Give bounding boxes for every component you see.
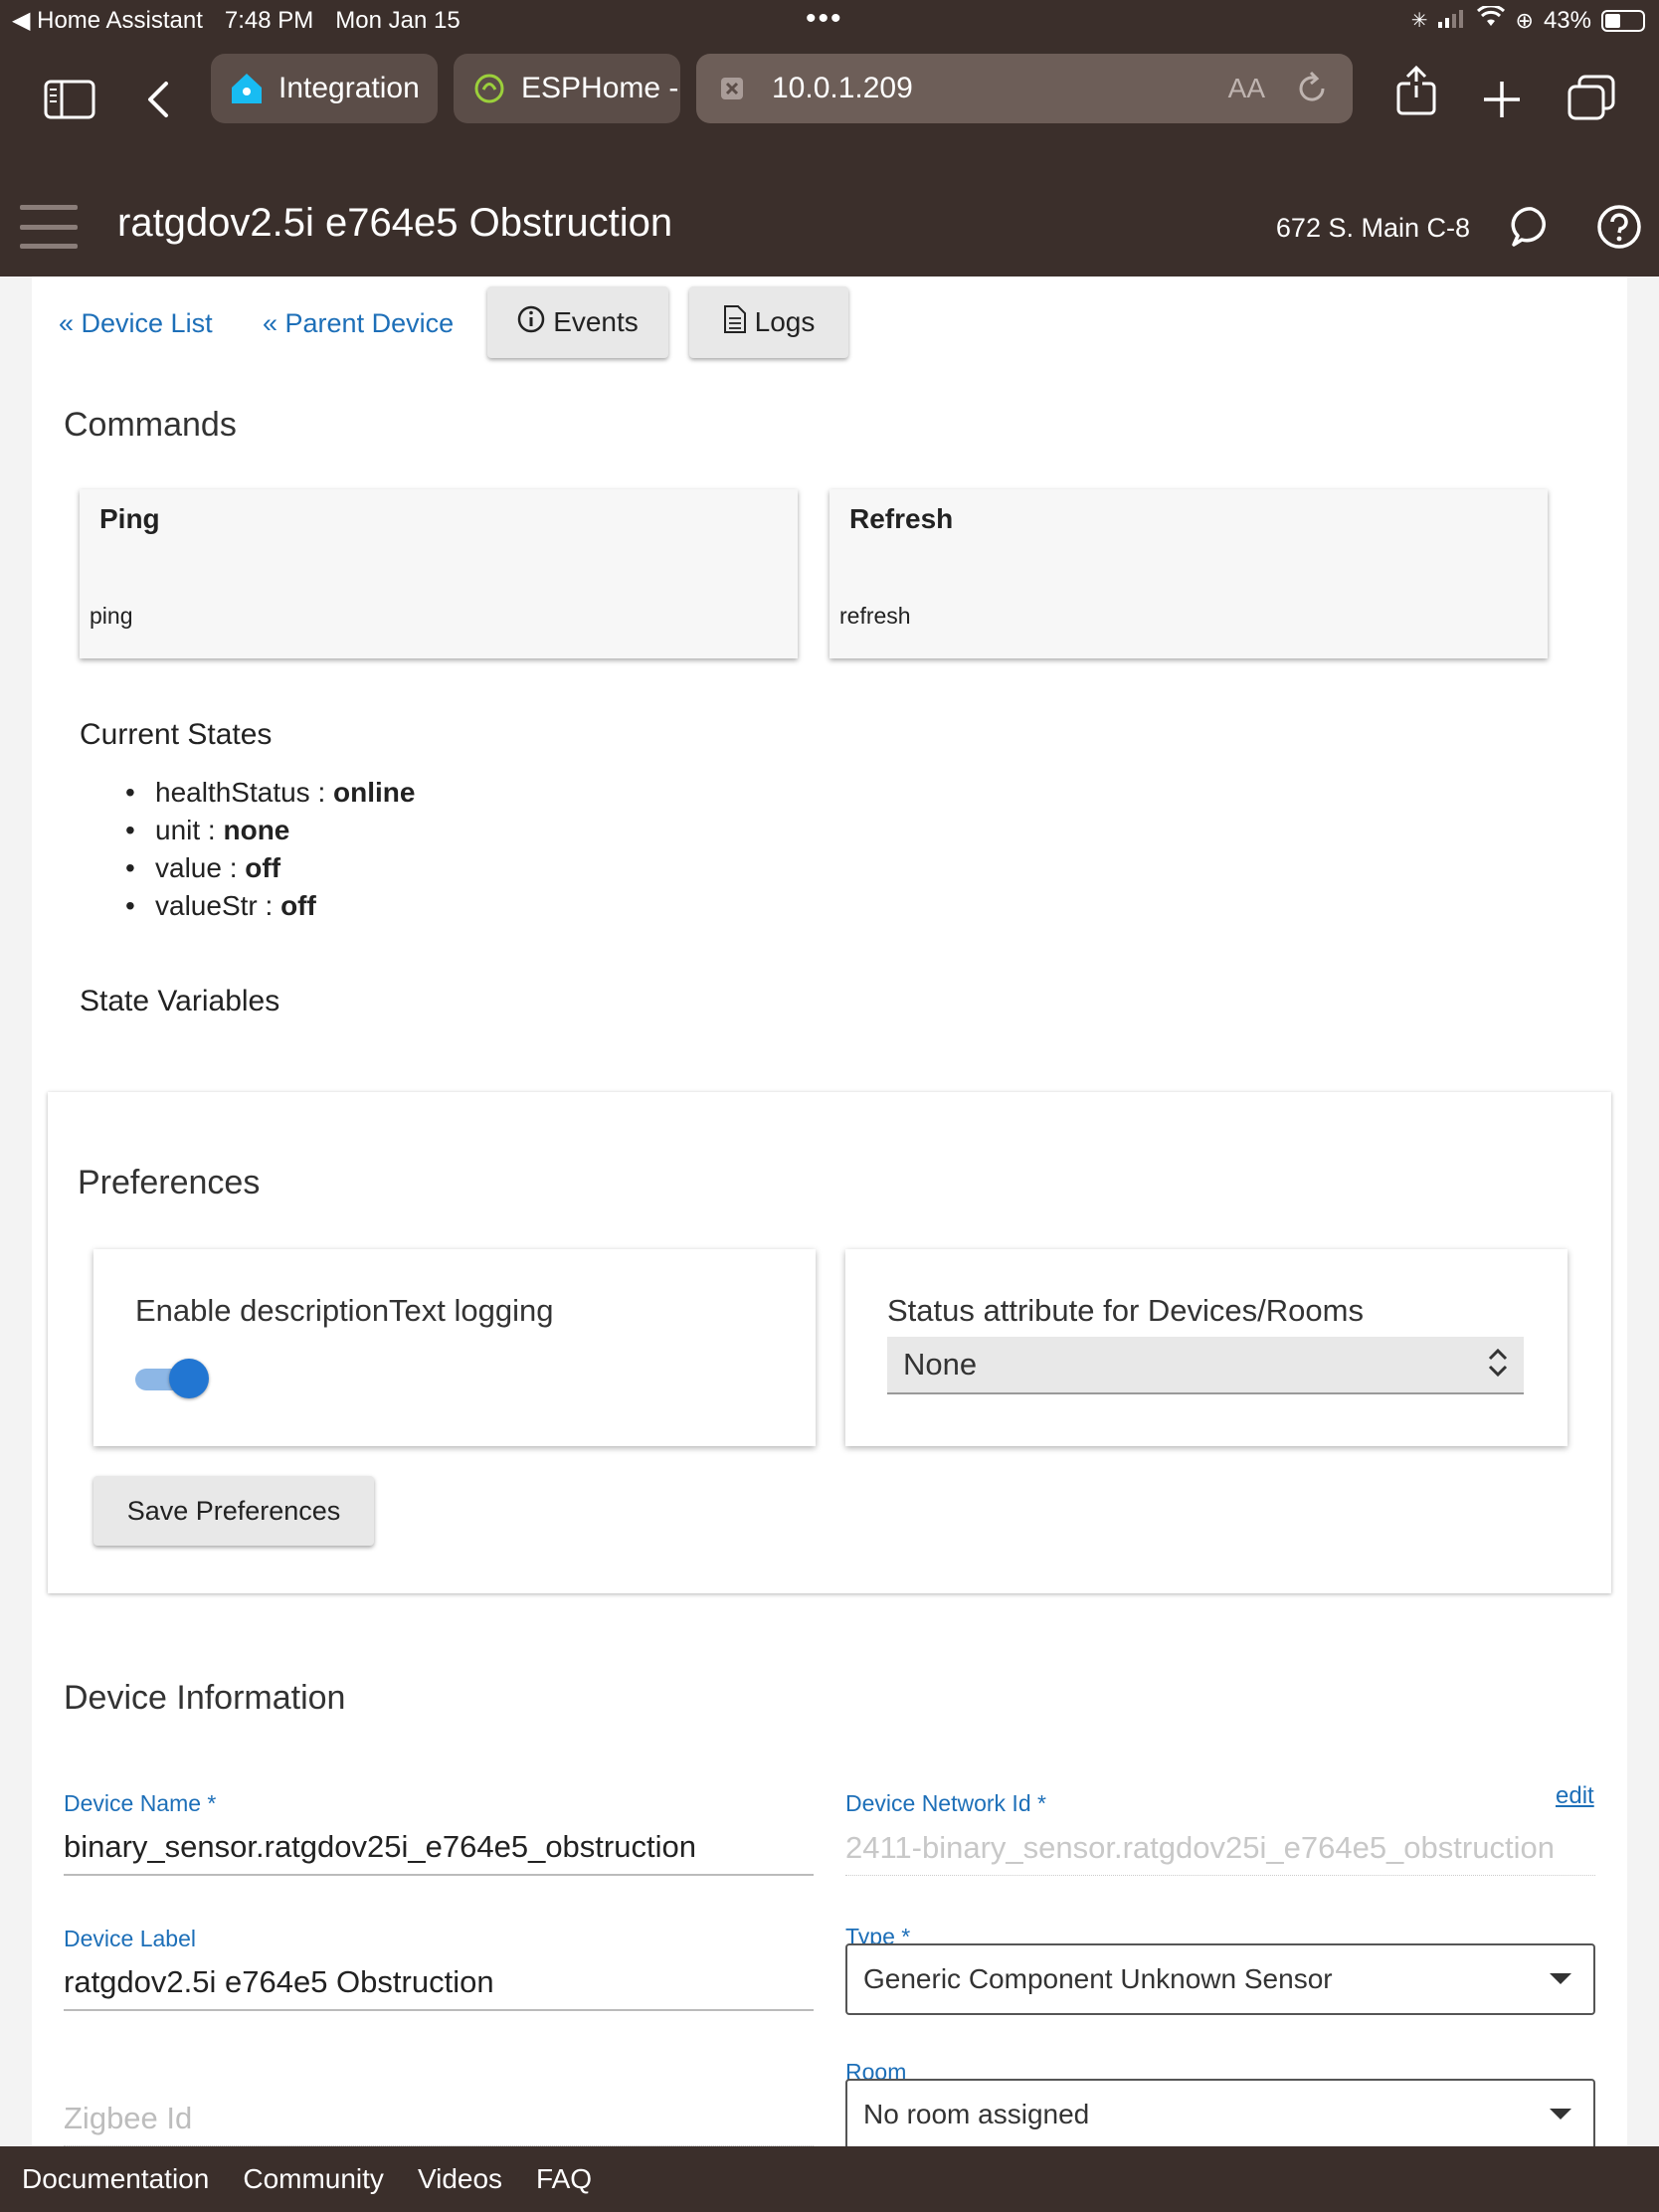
preferences-panel: Preferences Enable descriptionText loggi… [48, 1092, 1611, 1593]
page-title: ratgdov2.5i e764e5 Obstruction [117, 201, 673, 245]
state-item: valueStr : off [119, 887, 415, 925]
reload-icon[interactable] [1293, 70, 1331, 115]
state-value: none [223, 815, 290, 845]
network-id-label: Device Network Id * [845, 1790, 1046, 1816]
parent-device-link[interactable]: « Parent Device [263, 308, 454, 339]
device-information-heading: Device Information [64, 1679, 346, 1717]
command-method: refresh [839, 603, 911, 629]
state-item: value : off [119, 849, 415, 887]
multitasking-dots[interactable]: ••• [806, 2, 843, 36]
browser-toolbar: Integration ESPHome - 10.0.1.209 AA [0, 40, 1659, 179]
zigbee-id-field[interactable]: Zigbee Id [64, 2091, 814, 2146]
back-to-app-link[interactable]: ◀ Home Assistant [12, 6, 203, 35]
url-text: 10.0.1.209 [772, 72, 913, 104]
current-states-heading: Current States [80, 718, 273, 751]
tab-label: ESPHome - [521, 72, 679, 104]
device-label-label: Device Label [64, 1926, 196, 1951]
app-header: ratgdov2.5i e764e5 Obstruction 672 S. Ma… [0, 179, 1659, 276]
logging-toggle[interactable] [135, 1359, 209, 1398]
status-attribute-preference: Status attribute for Devices/Rooms None [845, 1249, 1567, 1446]
battery-icon [1601, 9, 1645, 32]
battery-percent: 43% [1543, 6, 1591, 34]
room-selected-value: No room assigned [863, 2099, 1090, 2129]
status-bar: ◀ Home Assistant 7:48 PM Mon Jan 15 ••• … [0, 0, 1659, 40]
back-app-label: Home Assistant [37, 7, 203, 34]
signal-icon [1437, 7, 1466, 35]
logs-button[interactable]: Logs [689, 286, 848, 358]
wifi-icon [1476, 4, 1506, 35]
orientation-lock-icon: ⊕ [1515, 7, 1534, 33]
state-variables-heading: State Variables [80, 985, 280, 1017]
device-name-field[interactable]: binary_sensor.ratgdov25i_e764e5_obstruct… [64, 1820, 814, 1876]
type-selected-value: Generic Component Unknown Sensor [863, 1963, 1333, 1994]
events-button[interactable]: Events [487, 286, 668, 358]
command-method: ping [90, 603, 133, 629]
dropdown-caret-icon [1550, 1973, 1571, 1984]
select-chevron-icon [1486, 1347, 1510, 1385]
command-card-ping[interactable]: Ping ping [80, 489, 798, 658]
new-tab-icon[interactable] [1472, 70, 1532, 129]
state-value: off [245, 852, 281, 883]
tab-esphome[interactable]: ESPHome - [454, 54, 680, 123]
text-size-button[interactable]: AA [1228, 73, 1265, 104]
tab-overview-icon[interactable] [1562, 68, 1621, 127]
state-value: online [333, 777, 416, 808]
current-states-list: healthStatus : online unit : none value … [119, 774, 415, 925]
tab-label: Integration [278, 72, 420, 104]
status-attribute-value: None [903, 1347, 978, 1382]
edit-network-id-link[interactable]: edit [1556, 1782, 1594, 1810]
sidebar-toggle-icon[interactable] [40, 70, 99, 129]
type-select[interactable]: Generic Component Unknown Sensor [845, 1943, 1595, 2015]
faq-link[interactable]: FAQ [536, 2163, 592, 2195]
status-attribute-select[interactable]: None [887, 1337, 1524, 1394]
address-bar[interactable]: 10.0.1.209 AA [696, 54, 1353, 123]
command-card-refresh[interactable]: Refresh refresh [830, 489, 1548, 658]
help-icon[interactable] [1589, 197, 1649, 257]
state-item: unit : none [119, 812, 415, 849]
save-preferences-button[interactable]: Save Preferences [93, 1476, 374, 1546]
hub-location[interactable]: 672 S. Main C-8 [1276, 213, 1470, 244]
tab-integrations[interactable]: Integration [211, 54, 438, 123]
share-icon[interactable] [1386, 62, 1446, 121]
commands-heading: Commands [64, 406, 237, 444]
status-time: 7:48 PM [224, 6, 314, 34]
community-link[interactable]: Community [243, 2163, 384, 2195]
logging-preference: Enable descriptionText logging [93, 1249, 816, 1446]
device-list-link[interactable]: « Device List [59, 308, 213, 339]
command-name: Refresh [849, 503, 954, 534]
footer-bar: Documentation Community Videos FAQ [0, 2146, 1659, 2212]
device-name-label: Device Name * [64, 1790, 217, 1816]
chat-icon[interactable] [1502, 197, 1562, 257]
status-date: Mon Jan 15 [335, 6, 461, 34]
info-icon [517, 305, 545, 340]
network-id-field: 2411-binary_sensor.ratgdov25i_e764e5_obs… [845, 1820, 1595, 1876]
preferences-heading: Preferences [78, 1164, 261, 1201]
activity-icon: ✳ [1410, 10, 1428, 32]
logging-label: Enable descriptionText logging [135, 1293, 554, 1328]
events-label: Events [553, 306, 639, 337]
status-attribute-label: Status attribute for Devices/Rooms [887, 1293, 1364, 1328]
esphome-icon [471, 71, 507, 106]
document-icon [723, 304, 747, 341]
state-item: healthStatus : online [119, 774, 415, 812]
videos-link[interactable]: Videos [418, 2163, 502, 2195]
device-label-field[interactable]: ratgdov2.5i e764e5 Obstruction [64, 1955, 814, 2011]
dropdown-caret-icon [1550, 2109, 1571, 2120]
logs-label: Logs [754, 306, 816, 337]
state-value: off [280, 890, 316, 921]
close-tab-icon[interactable] [714, 71, 750, 106]
home-assistant-icon [229, 71, 265, 106]
documentation-link[interactable]: Documentation [22, 2163, 209, 2195]
back-icon[interactable] [127, 70, 187, 129]
command-name: Ping [99, 503, 160, 534]
menu-icon[interactable] [20, 205, 78, 249]
room-select[interactable]: No room assigned [845, 2079, 1595, 2150]
